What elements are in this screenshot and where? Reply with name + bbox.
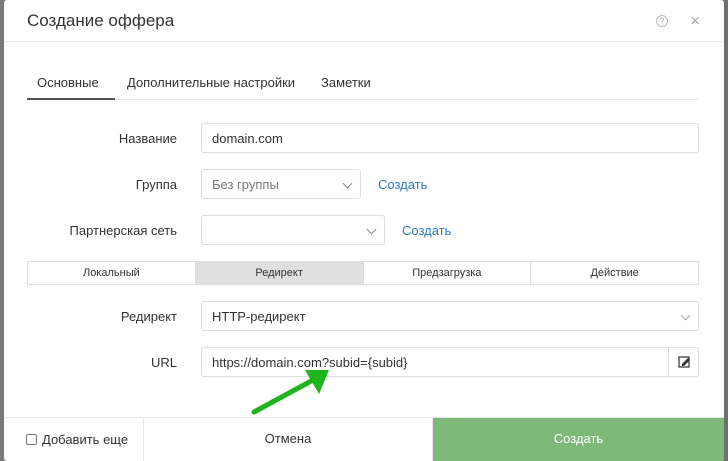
name-input[interactable]: domain.com <box>201 123 699 153</box>
affiliate-network-label: Партнерская сеть <box>69 223 178 238</box>
close-icon[interactable]: × <box>690 11 700 31</box>
group-select[interactable]: Без группы <box>201 169 361 199</box>
help-icon[interactable]: ? <box>656 15 668 27</box>
url-label: URL <box>150 355 177 370</box>
redirect-label: Редирект <box>120 309 177 324</box>
chevron-down-icon <box>366 224 377 235</box>
add-more-label: Добавить еще <box>42 432 129 447</box>
name-input-value: domain.com <box>212 131 283 146</box>
mode-preload[interactable]: Предзагрузка <box>364 262 532 284</box>
mode-action[interactable]: Действие <box>531 262 698 284</box>
redirect-type-value: HTTP-редирект <box>212 309 306 324</box>
modal-title: Создание оффера <box>27 11 175 30</box>
backdrop-edge <box>724 0 728 461</box>
edit-url-button[interactable] <box>668 348 698 376</box>
tab-main[interactable]: Основные <box>37 75 99 90</box>
mode-local[interactable]: Локальный <box>28 262 196 284</box>
modal-header: Создание оффера ? × <box>4 0 724 42</box>
create-group-link[interactable]: Создать <box>378 177 427 192</box>
create-network-link[interactable]: Создать <box>402 223 451 238</box>
edit-icon <box>678 356 690 368</box>
group-select-value: Без группы <box>212 177 279 192</box>
modal-footer: Добавить еще Отмена Создать <box>4 417 724 461</box>
affiliate-network-select[interactable] <box>201 215 385 245</box>
redirect-type-select[interactable]: HTTP-редирект <box>201 301 699 331</box>
tab-notes[interactable]: Заметки <box>321 75 371 90</box>
chevron-down-icon <box>680 310 691 321</box>
tab-advanced-settings[interactable]: Дополнительные настройки <box>127 75 295 90</box>
cancel-button[interactable]: Отмена <box>144 418 433 461</box>
mode-redirect[interactable]: Редирект <box>195 262 364 284</box>
active-tab-indicator <box>27 98 115 100</box>
create-offer-modal: Создание оффера ? × Основные Дополнитель… <box>4 0 724 461</box>
chevron-down-icon <box>342 178 353 189</box>
annotation-arrow-icon <box>251 370 329 415</box>
tab-bar: Основные Дополнительные настройки Заметк… <box>27 62 699 100</box>
create-button[interactable]: Создать <box>433 418 724 461</box>
add-more-toggle[interactable]: Добавить еще <box>4 418 144 461</box>
offer-type-segmented: Локальный Редирект Предзагрузка Действие <box>27 261 699 285</box>
add-more-checkbox[interactable] <box>26 434 37 445</box>
name-label: Название <box>118 131 177 146</box>
group-label: Группа <box>135 177 177 192</box>
